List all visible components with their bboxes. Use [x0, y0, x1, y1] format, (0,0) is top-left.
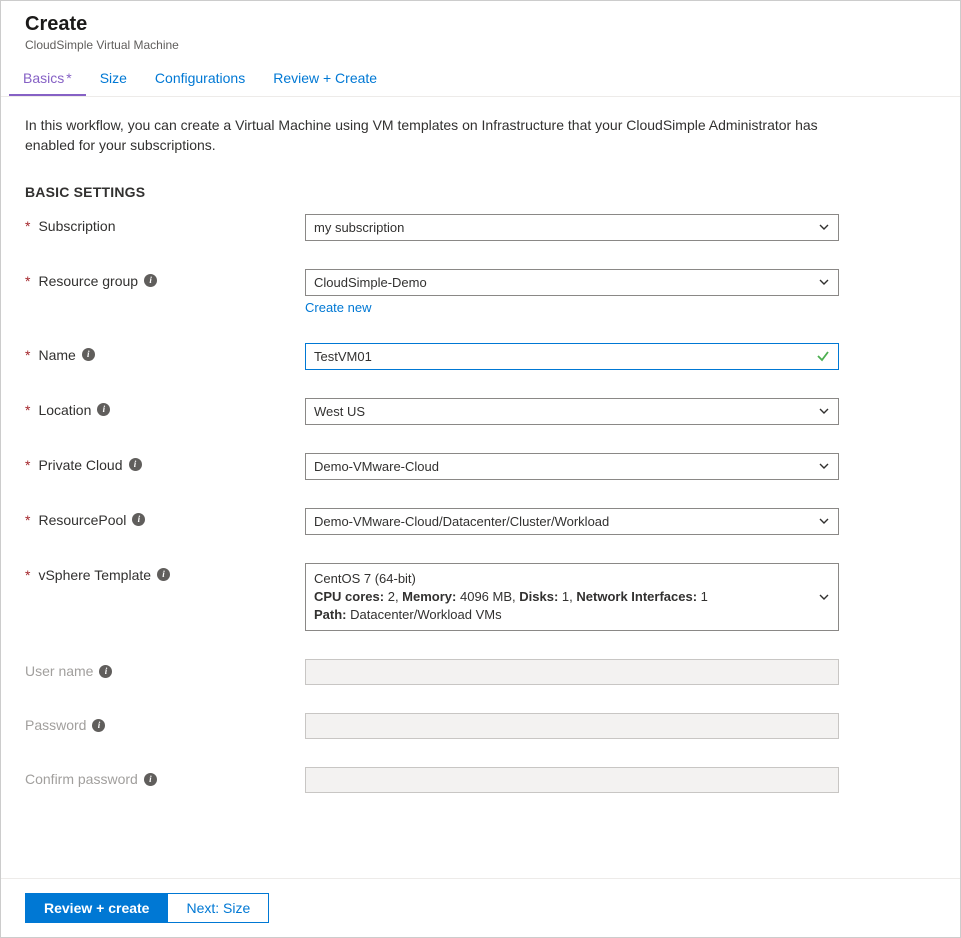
subscription-select[interactable]: my subscription [305, 214, 839, 241]
info-icon[interactable] [129, 458, 142, 471]
chevron-down-icon [818, 221, 830, 233]
chevron-down-icon [818, 591, 830, 603]
chevron-down-icon [818, 515, 830, 527]
template-specs: CPU cores: 2, Memory: 4096 MB, Disks: 1,… [314, 588, 808, 606]
field-subscription: * Subscription my subscription [25, 214, 936, 241]
tab-configurations[interactable]: Configurations [141, 60, 259, 96]
password-input [305, 713, 839, 739]
private-cloud-select[interactable]: Demo-VMware-Cloud [305, 453, 839, 480]
required-mark: * [25, 273, 30, 289]
info-icon[interactable] [157, 568, 170, 581]
info-icon[interactable] [82, 348, 95, 361]
tab-basics[interactable]: Basics* [9, 60, 86, 96]
section-heading: BASIC SETTINGS [25, 184, 936, 200]
resource-group-select[interactable]: CloudSimple-Demo [305, 269, 839, 296]
field-name: * Name TestVM01 [25, 343, 936, 370]
info-icon[interactable] [144, 274, 157, 287]
info-icon[interactable] [92, 719, 105, 732]
username-input [305, 659, 839, 685]
required-mark: * [25, 512, 30, 528]
field-username: User name [25, 659, 936, 685]
required-mark: * [25, 402, 30, 418]
intro-text: In this workflow, you can create a Virtu… [25, 115, 845, 156]
field-private-cloud: * Private Cloud Demo-VMware-Cloud [25, 453, 936, 480]
required-mark: * [25, 347, 30, 363]
select-value: Demo-VMware-Cloud [314, 459, 439, 474]
select-value: Demo-VMware-Cloud/Datacenter/Cluster/Wor… [314, 514, 609, 529]
select-value: CloudSimple-Demo [314, 275, 427, 290]
field-confirm-password: Confirm password [25, 767, 936, 793]
subscription-label: * Subscription [25, 214, 305, 234]
chevron-down-icon [818, 460, 830, 472]
field-password: Password [25, 713, 936, 739]
required-mark: * [25, 218, 30, 234]
location-select[interactable]: West US [305, 398, 839, 425]
required-mark: * [25, 457, 30, 473]
password-label: Password [25, 713, 305, 733]
resource-pool-label: * ResourcePool [25, 508, 305, 528]
create-new-link[interactable]: Create new [305, 300, 371, 315]
tab-size[interactable]: Size [86, 60, 141, 96]
field-resource-pool: * ResourcePool Demo-VMware-Cloud/Datacen… [25, 508, 936, 535]
tab-review-create[interactable]: Review + Create [259, 60, 391, 96]
page-header: Create CloudSimple Virtual Machine [1, 1, 960, 60]
chevron-down-icon [818, 276, 830, 288]
content-area: In this workflow, you can create a Virtu… [1, 97, 960, 878]
tab-label: Basics [23, 70, 64, 86]
template-name: CentOS 7 (64-bit) [314, 570, 808, 588]
field-location: * Location West US [25, 398, 936, 425]
resource-group-label: * Resource group [25, 269, 305, 289]
field-vsphere-template: * vSphere Template CentOS 7 (64-bit) CPU… [25, 563, 936, 632]
required-mark: * [66, 70, 71, 86]
confirm-password-input [305, 767, 839, 793]
info-icon[interactable] [99, 665, 112, 678]
review-create-button[interactable]: Review + create [25, 893, 168, 923]
required-mark: * [25, 567, 30, 583]
resource-pool-select[interactable]: Demo-VMware-Cloud/Datacenter/Cluster/Wor… [305, 508, 839, 535]
name-label: * Name [25, 343, 305, 363]
tabs: Basics* Size Configurations Review + Cre… [1, 60, 960, 97]
next-size-button[interactable]: Next: Size [168, 893, 269, 923]
confirm-password-label: Confirm password [25, 767, 305, 787]
template-path: Path: Datacenter/Workload VMs [314, 606, 808, 624]
chevron-down-icon [818, 405, 830, 417]
location-label: * Location [25, 398, 305, 418]
select-value: West US [314, 404, 365, 419]
info-icon[interactable] [144, 773, 157, 786]
footer: Review + create Next: Size [1, 878, 960, 937]
select-value: my subscription [314, 220, 404, 235]
page-title: Create [25, 13, 936, 36]
info-icon[interactable] [97, 403, 110, 416]
field-resource-group: * Resource group CloudSimple-Demo Create… [25, 269, 936, 315]
name-input[interactable]: TestVM01 [305, 343, 839, 370]
input-value: TestVM01 [314, 349, 372, 364]
private-cloud-label: * Private Cloud [25, 453, 305, 473]
vsphere-template-label: * vSphere Template [25, 563, 305, 583]
username-label: User name [25, 659, 305, 679]
check-icon [816, 349, 830, 363]
page-subtitle: CloudSimple Virtual Machine [25, 38, 936, 52]
info-icon[interactable] [132, 513, 145, 526]
vsphere-template-select[interactable]: CentOS 7 (64-bit) CPU cores: 2, Memory: … [305, 563, 839, 632]
